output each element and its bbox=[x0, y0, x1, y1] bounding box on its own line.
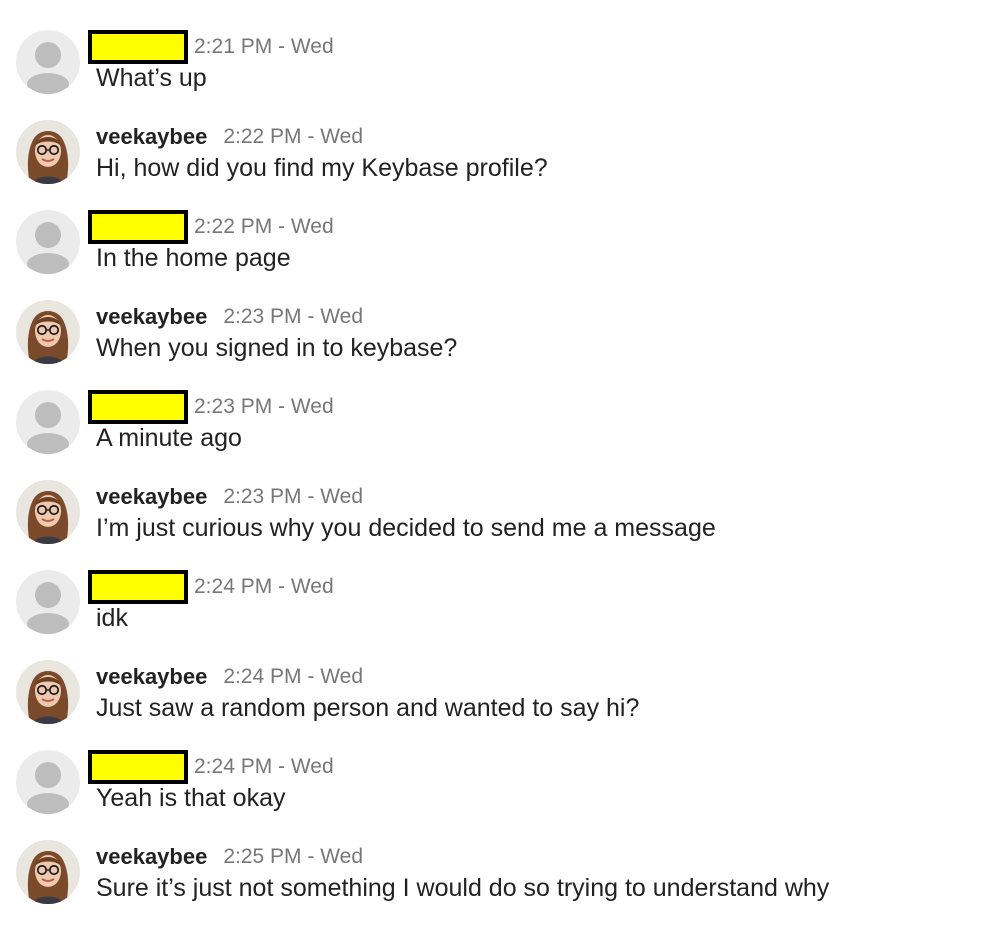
user-avatar-photo[interactable] bbox=[16, 120, 80, 184]
message-text: A minute ago bbox=[96, 424, 242, 452]
message-item: veekaybee 2:23 PM - Wed When you signed … bbox=[0, 300, 1006, 390]
message-item: veekaybee 2:23 PM - Wed I’m just curious… bbox=[0, 480, 1006, 570]
redacted-username bbox=[88, 30, 188, 64]
message-text: What’s up bbox=[96, 64, 207, 92]
message-item: veekaybee 2:25 PM - Wed Sure it’s just n… bbox=[0, 840, 1006, 930]
message-timestamp: 2:23 PM - Wed bbox=[223, 305, 363, 328]
message-header: veekaybee 2:23 PM - Wed bbox=[96, 302, 363, 332]
user-avatar-photo[interactable] bbox=[16, 300, 80, 364]
message-text: Yeah is that okay bbox=[96, 784, 286, 812]
message-text: In the home page bbox=[96, 244, 291, 272]
default-avatar-icon[interactable] bbox=[16, 750, 80, 814]
username[interactable]: veekaybee bbox=[96, 124, 207, 150]
message-header: veekaybee 2:24 PM - Wed bbox=[96, 662, 363, 692]
user-avatar-photo[interactable] bbox=[16, 480, 80, 544]
message-header: veekaybee 2:22 PM - Wed bbox=[96, 122, 363, 152]
message-header: veekaybee 2:25 PM - Wed bbox=[96, 842, 363, 872]
message-header: 2:22 PM - Wed bbox=[88, 210, 334, 244]
message-item: 2:23 PM - Wed A minute ago bbox=[0, 390, 1006, 480]
chat-message-list: 2:21 PM - Wed What’s up veekaybee 2:22 P… bbox=[0, 0, 1006, 924]
message-text: When you signed in to keybase? bbox=[96, 334, 458, 362]
redacted-username bbox=[88, 570, 188, 604]
message-timestamp: 2:23 PM - Wed bbox=[194, 395, 334, 418]
message-item: 2:24 PM - Wed Yeah is that okay bbox=[0, 750, 1006, 840]
default-avatar-icon[interactable] bbox=[16, 570, 80, 634]
username[interactable]: veekaybee bbox=[96, 304, 207, 330]
redacted-username bbox=[88, 390, 188, 424]
message-timestamp: 2:21 PM - Wed bbox=[194, 35, 334, 58]
message-item: veekaybee 2:22 PM - Wed Hi, how did you … bbox=[0, 120, 1006, 210]
message-header: veekaybee 2:23 PM - Wed bbox=[96, 482, 363, 512]
message-header: 2:24 PM - Wed bbox=[88, 570, 334, 604]
message-timestamp: 2:22 PM - Wed bbox=[223, 125, 363, 148]
message-header: 2:23 PM - Wed bbox=[88, 390, 334, 424]
message-timestamp: 2:25 PM - Wed bbox=[223, 845, 363, 868]
message-item: veekaybee 2:24 PM - Wed Just saw a rando… bbox=[0, 660, 1006, 750]
message-header: 2:21 PM - Wed bbox=[88, 30, 334, 64]
message-item: 2:24 PM - Wed idk bbox=[0, 570, 1006, 660]
message-text: I’m just curious why you decided to send… bbox=[96, 514, 716, 542]
message-timestamp: 2:22 PM - Wed bbox=[194, 215, 334, 238]
message-header: 2:24 PM - Wed bbox=[88, 750, 334, 784]
default-avatar-icon[interactable] bbox=[16, 30, 80, 94]
message-timestamp: 2:24 PM - Wed bbox=[223, 665, 363, 688]
username[interactable]: veekaybee bbox=[96, 844, 207, 870]
message-timestamp: 2:23 PM - Wed bbox=[223, 485, 363, 508]
message-text: Hi, how did you find my Keybase profile? bbox=[96, 154, 548, 182]
user-avatar-photo[interactable] bbox=[16, 660, 80, 724]
message-timestamp: 2:24 PM - Wed bbox=[194, 755, 334, 778]
message-text: Just saw a random person and wanted to s… bbox=[96, 694, 640, 722]
message-item: 2:22 PM - Wed In the home page bbox=[0, 210, 1006, 300]
default-avatar-icon[interactable] bbox=[16, 390, 80, 454]
message-timestamp: 2:24 PM - Wed bbox=[194, 575, 334, 598]
message-item: 2:21 PM - Wed What’s up bbox=[0, 30, 1006, 120]
message-text: Sure it’s just not something I would do … bbox=[96, 874, 830, 902]
redacted-username bbox=[88, 210, 188, 244]
redacted-username bbox=[88, 750, 188, 784]
username[interactable]: veekaybee bbox=[96, 484, 207, 510]
username[interactable]: veekaybee bbox=[96, 664, 207, 690]
user-avatar-photo[interactable] bbox=[16, 840, 80, 904]
message-text: idk bbox=[96, 604, 128, 632]
default-avatar-icon[interactable] bbox=[16, 210, 80, 274]
